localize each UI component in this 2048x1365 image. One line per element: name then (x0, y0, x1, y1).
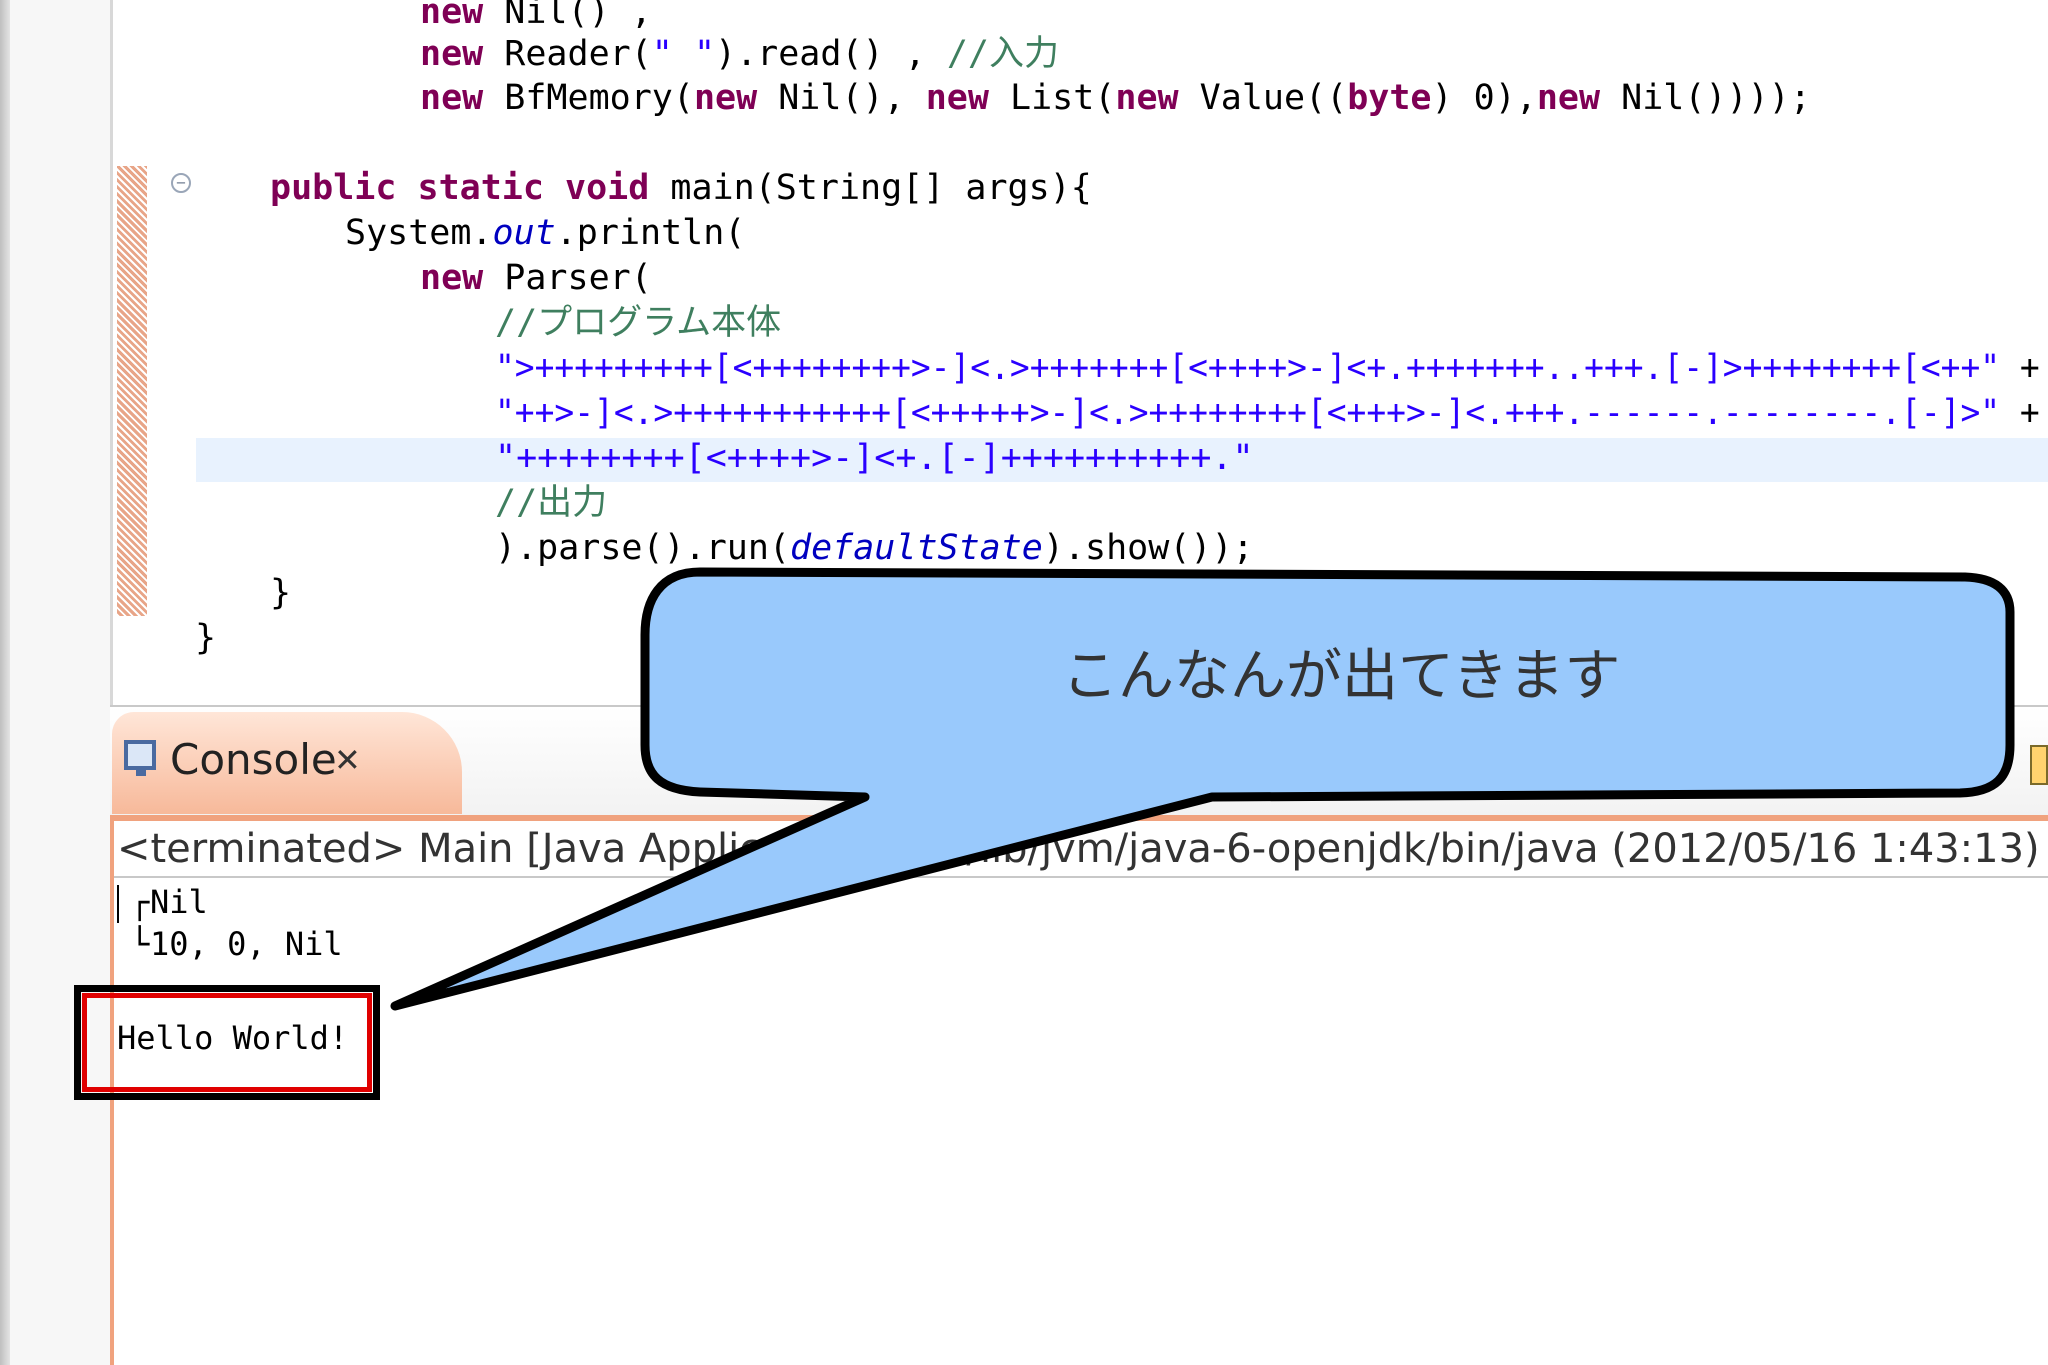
callout-text: こんなんが出てきます (1062, 644, 1621, 709)
callout-bubble-shape (390, 567, 2015, 1011)
callout-bubble (390, 567, 2015, 1011)
